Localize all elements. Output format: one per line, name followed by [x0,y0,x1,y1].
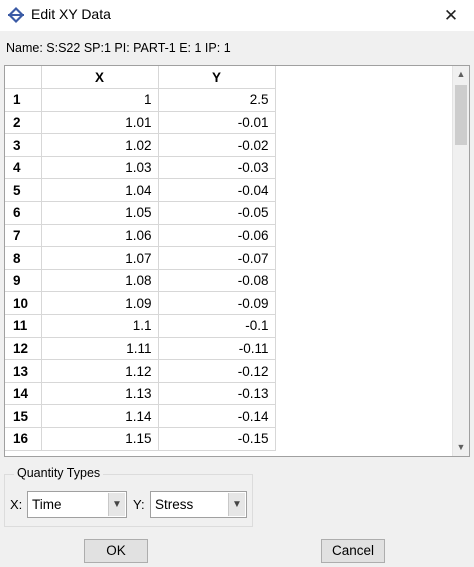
cell-y[interactable]: -0.05 [158,201,276,225]
table-row: 8 1.07 -0.07 [5,246,276,270]
x-type-select[interactable]: Time ▼ [27,491,127,518]
table-row: 1 1 2.5 [5,88,276,112]
cell-y[interactable]: -0.09 [158,291,276,316]
cell-y[interactable]: -0.06 [158,224,276,248]
x-type-label: X: [10,497,23,512]
chevron-down-icon[interactable]: ▼ [228,493,245,516]
cell-y[interactable]: -0.13 [158,382,276,406]
row-header[interactable]: 11 [5,314,42,338]
app-icon [8,7,24,23]
table-row: 12 1.11 -0.11 [5,337,276,361]
table-header-row: X Y [5,66,276,90]
quantity-types-legend: Quantity Types [14,466,104,480]
vertical-scrollbar[interactable]: ▲ ▼ [452,66,469,456]
row-header[interactable]: 15 [5,404,42,428]
cell-y[interactable]: -0.08 [158,269,276,293]
cell-y[interactable]: -0.1 [158,314,276,338]
cell-x[interactable]: 1.12 [41,359,159,383]
cell-y[interactable]: -0.04 [158,178,276,203]
y-type-label: Y: [133,497,145,512]
x-type-value: Time [32,497,62,512]
cell-x[interactable]: 1 [41,88,159,112]
close-icon: ✕ [443,6,459,25]
row-header[interactable]: 9 [5,269,42,293]
cell-x[interactable]: 1.05 [41,201,159,225]
cell-x[interactable]: 1.07 [41,246,159,270]
cell-x[interactable]: 1.15 [41,427,159,451]
cell-x[interactable]: 1.02 [41,133,159,157]
row-header[interactable]: 3 [5,133,42,157]
cell-y[interactable]: -0.03 [158,156,276,180]
cell-y[interactable]: -0.14 [158,404,276,428]
xy-data-table[interactable]: X Y 1 1 2.5 2 1.01 -0.01 3 1.02 -0.02 4 1.03 -0.03 5… [4,65,470,457]
column-header-y[interactable]: Y [158,66,276,90]
close-button[interactable]: ✕ [428,0,474,31]
cell-x[interactable]: 1.04 [41,178,159,203]
table-row: 9 1.08 -0.08 [5,269,276,293]
cell-x[interactable]: 1.1 [41,314,159,338]
cell-y[interactable]: -0.01 [158,111,276,135]
cell-x[interactable]: 1.13 [41,382,159,406]
row-header[interactable]: 5 [5,178,42,203]
cell-x[interactable]: 1.11 [41,337,159,361]
row-header[interactable]: 10 [5,291,42,316]
cell-y[interactable]: -0.15 [158,427,276,451]
row-header[interactable]: 12 [5,337,42,361]
ok-button[interactable]: OK [84,539,148,563]
table-row: 11 1.1 -0.1 [5,314,276,338]
row-header[interactable]: 6 [5,201,42,225]
chevron-down-icon[interactable]: ▼ [108,493,125,516]
y-type-select[interactable]: Stress ▼ [150,491,247,518]
cell-x[interactable]: 1.03 [41,156,159,180]
cancel-button[interactable]: Cancel [321,539,385,563]
table-row: 4 1.03 -0.03 [5,156,276,180]
cell-x[interactable]: 1.06 [41,224,159,248]
row-header[interactable]: 4 [5,156,42,180]
row-header[interactable]: 16 [5,427,42,451]
data-table-body: X Y 1 1 2.5 2 1.01 -0.01 3 1.02 -0.02 4 1.03 -0.03 5… [5,66,276,451]
column-header-x[interactable]: X [41,66,159,90]
table-row: 14 1.13 -0.13 [5,382,276,406]
scroll-up-icon[interactable]: ▲ [453,66,469,83]
cell-y[interactable]: -0.12 [158,359,276,383]
title-bar: Edit XY Data ✕ [0,0,474,31]
table-row: 5 1.04 -0.04 [5,178,276,203]
table-row: 10 1.09 -0.09 [5,291,276,316]
cell-x[interactable]: 1.01 [41,111,159,135]
table-row: 6 1.05 -0.05 [5,201,276,225]
table-row: 7 1.06 -0.06 [5,224,276,248]
row-header[interactable]: 14 [5,382,42,406]
row-header[interactable]: 1 [5,88,42,112]
cell-x[interactable]: 1.09 [41,291,159,316]
cell-y[interactable]: 2.5 [158,88,276,112]
cell-y[interactable]: -0.02 [158,133,276,157]
row-header[interactable]: 7 [5,224,42,248]
table-row: 3 1.02 -0.02 [5,133,276,157]
row-header[interactable]: 13 [5,359,42,383]
cell-y[interactable]: -0.07 [158,246,276,270]
table-row: 16 1.15 -0.15 [5,427,276,451]
cell-y[interactable]: -0.11 [158,337,276,361]
table-row: 2 1.01 -0.01 [5,111,276,135]
table-row: 13 1.12 -0.12 [5,359,276,383]
cell-x[interactable]: 1.08 [41,269,159,293]
window-title: Edit XY Data [31,6,111,22]
corner-cell[interactable] [5,66,42,90]
row-header[interactable]: 2 [5,111,42,135]
quantity-types-group: Quantity Types X: Time ▼ Y: Stress ▼ [4,466,253,527]
scroll-down-icon[interactable]: ▼ [453,439,469,456]
scroll-thumb[interactable] [455,85,467,145]
cell-x[interactable]: 1.14 [41,404,159,428]
y-type-value: Stress [155,497,194,512]
data-name-label: Name: S:S22 SP:1 PI: PART-1 E: 1 IP: 1 [6,41,231,55]
row-header[interactable]: 8 [5,246,42,270]
table-row: 15 1.14 -0.14 [5,404,276,428]
